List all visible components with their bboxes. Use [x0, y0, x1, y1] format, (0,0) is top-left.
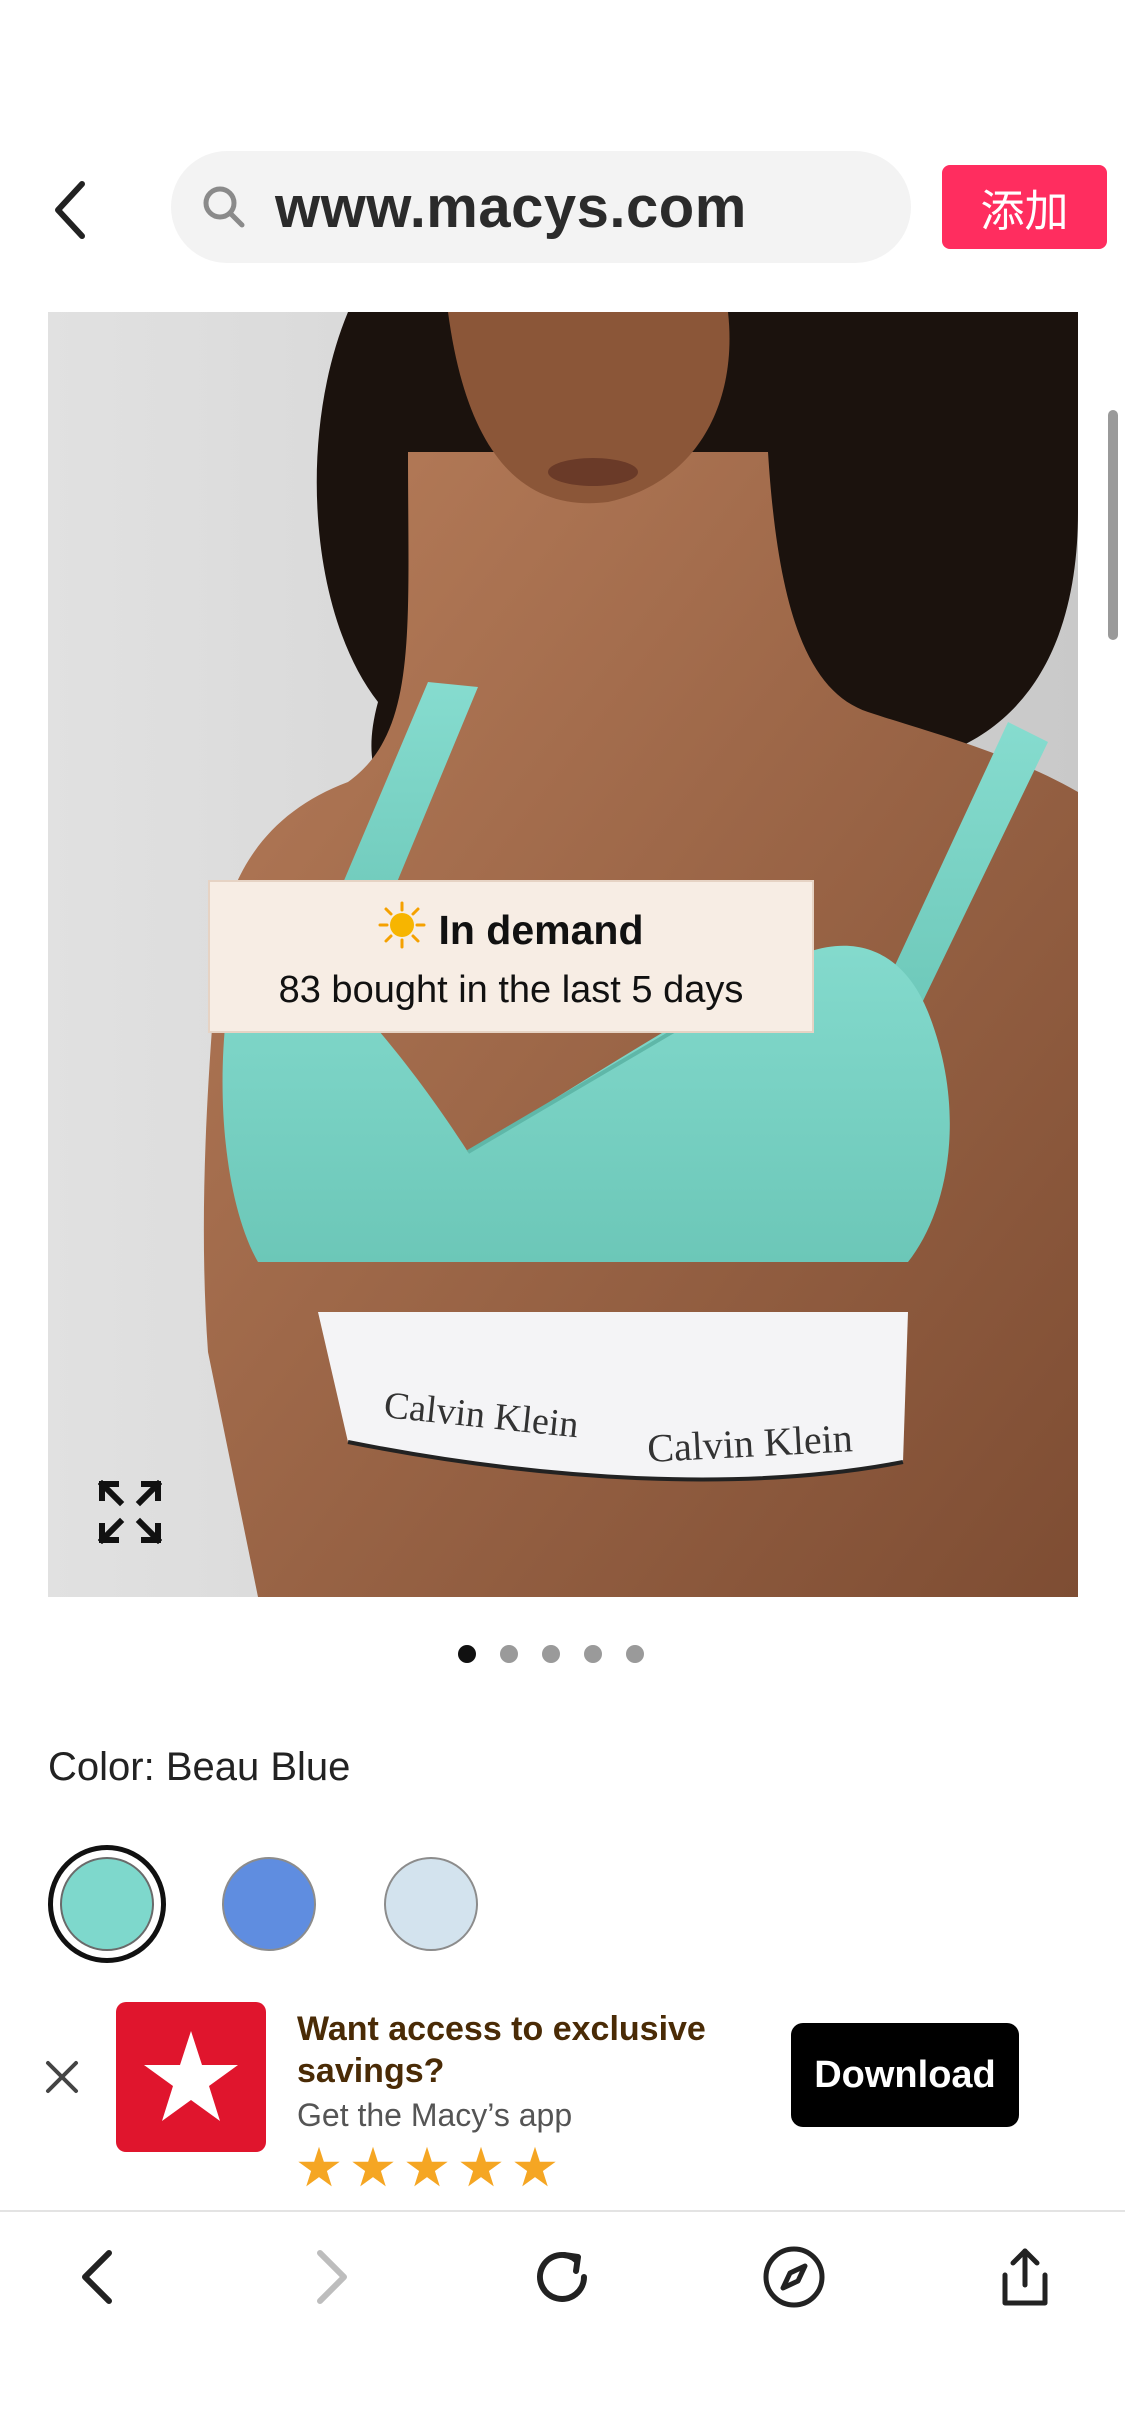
share-icon[interactable]: [985, 2237, 1065, 2317]
carousel-dot[interactable]: [542, 1645, 560, 1663]
color-swatches: [48, 1845, 490, 1963]
forward-icon[interactable]: [292, 2237, 372, 2317]
back-icon[interactable]: [57, 2237, 137, 2317]
star-icon: [144, 2031, 238, 2121]
download-button[interactable]: Download: [791, 2023, 1019, 2127]
search-icon: [201, 184, 247, 230]
banner-subtitle: Get the Macy’s app: [297, 2097, 573, 2133]
star-rating-icon: [514, 2146, 556, 2187]
expand-icon[interactable]: [97, 1479, 163, 1545]
back-button[interactable]: [40, 165, 100, 255]
carousel-dot[interactable]: [458, 1645, 476, 1663]
swatch-beau-blue[interactable]: [48, 1845, 166, 1963]
add-button[interactable]: 添加: [942, 165, 1107, 249]
swatch-blue[interactable]: [210, 1845, 328, 1963]
compass-icon[interactable]: [754, 2237, 834, 2317]
carousel-dot[interactable]: [626, 1645, 644, 1663]
star-rating-icon: [460, 2146, 502, 2187]
swatch-color: [60, 1857, 154, 1951]
in-demand-badge: In demand 83 bought in the last 5 days: [208, 880, 814, 1033]
carousel-dot[interactable]: [500, 1645, 518, 1663]
close-icon[interactable]: [40, 2055, 84, 2099]
star-rating-icon: [406, 2146, 448, 2187]
chevron-left-icon: [55, 181, 85, 239]
macys-logo[interactable]: [116, 2002, 266, 2152]
url-text: www.macys.com: [275, 174, 747, 240]
star-rating-icon: [352, 2146, 394, 2187]
rating-stars: [297, 2145, 557, 2189]
swatch-light-blue[interactable]: [372, 1845, 490, 1963]
star-rating-icon: [298, 2146, 340, 2187]
swatch-color: [222, 1857, 316, 1951]
page-scrollbar[interactable]: [1108, 410, 1118, 640]
address-bar[interactable]: www.macys.com: [171, 151, 911, 263]
badge-subtitle: 83 bought in the last 5 days: [278, 969, 744, 1011]
browser-toolbar: [0, 2212, 1125, 2342]
badge-title: In demand: [438, 906, 644, 953]
reload-icon[interactable]: [522, 2237, 602, 2317]
color-label: Color: Beau Blue: [48, 1745, 351, 1789]
sun-icon: [378, 901, 426, 959]
swatch-color: [384, 1857, 478, 1951]
banner-title: Want access to exclusive savings?: [297, 2010, 706, 2090]
carousel-dot[interactable]: [584, 1645, 602, 1663]
carousel-dots[interactable]: [458, 1645, 644, 1663]
